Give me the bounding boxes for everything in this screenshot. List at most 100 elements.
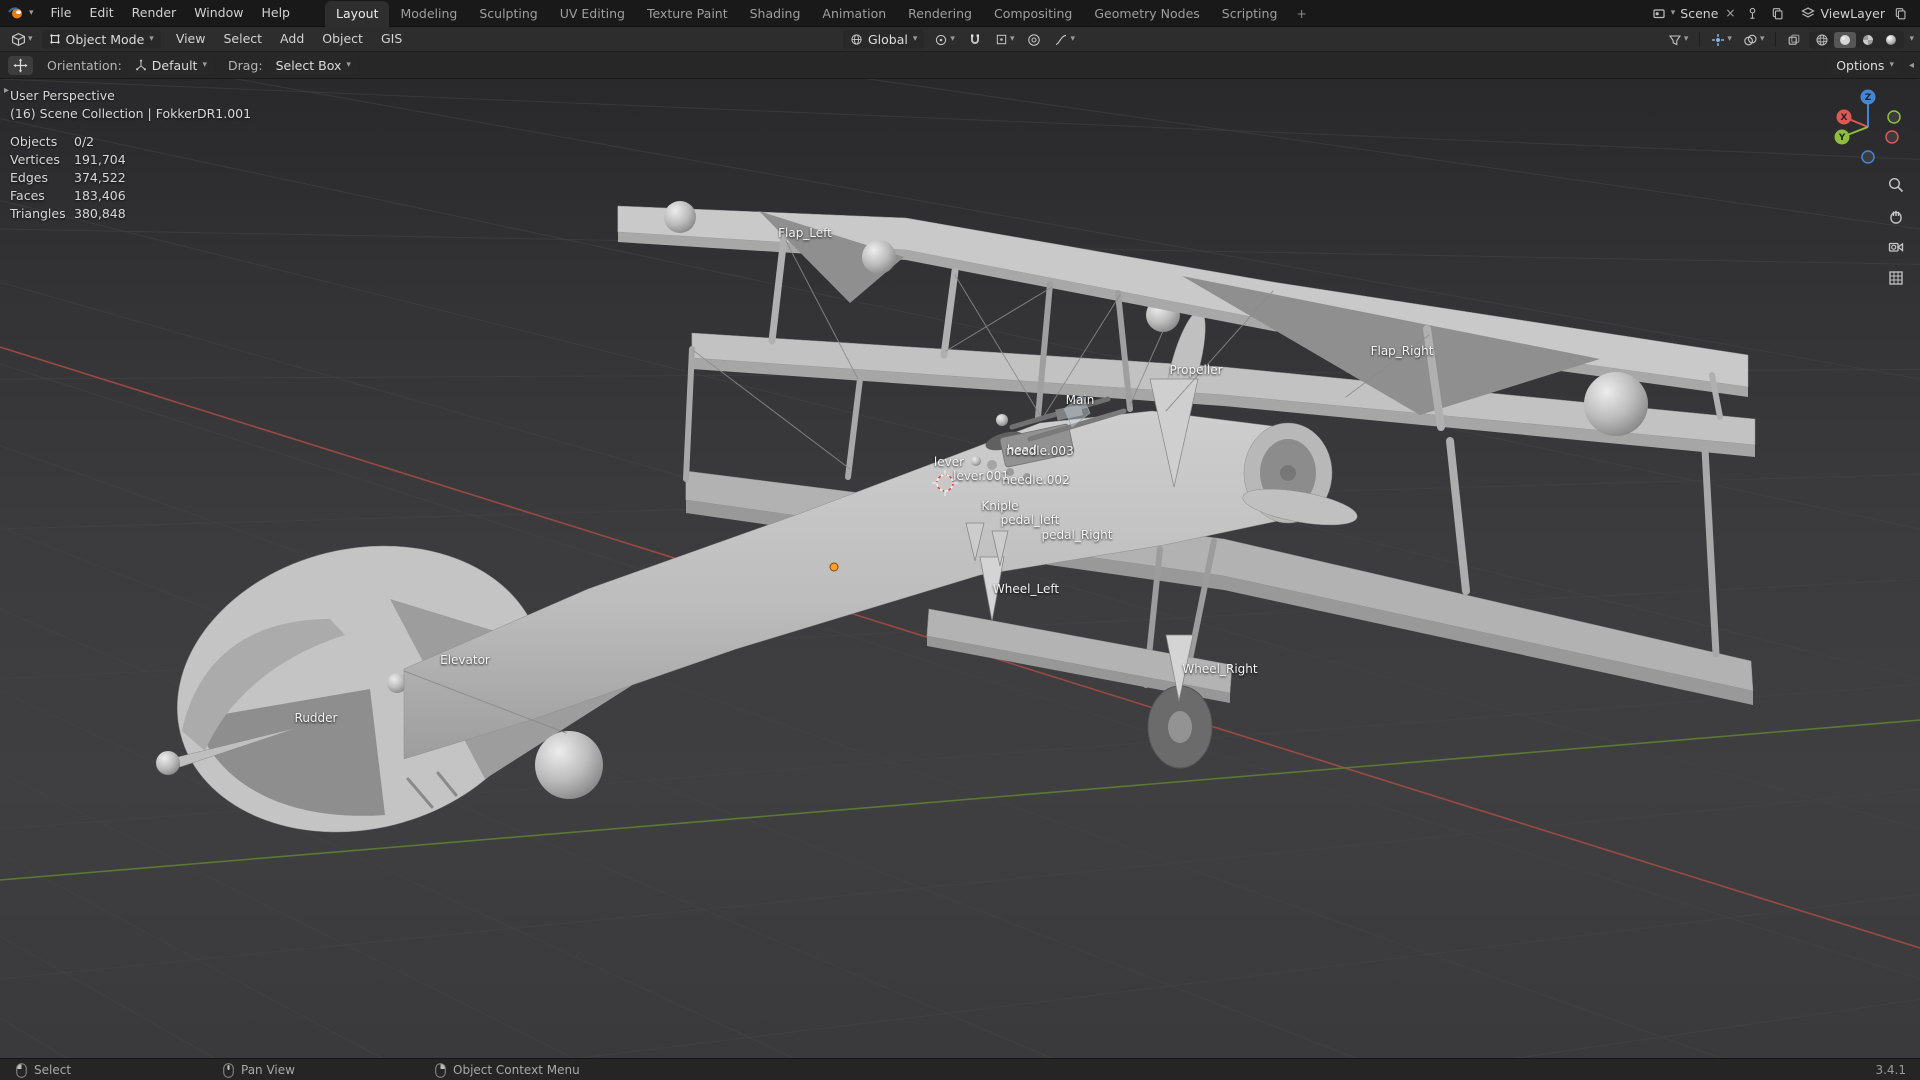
mode-selector[interactable]: Object Mode ▾ xyxy=(41,29,161,49)
proportional-falloff-selector[interactable]: ▾ xyxy=(1051,32,1078,48)
snap-target-selector[interactable]: ▾ xyxy=(992,32,1018,47)
shading-caret-icon[interactable]: ▾ xyxy=(1909,35,1914,44)
blender-version: 3.4.1 xyxy=(1875,1063,1906,1077)
scene-statistics: Objects 0/2 Vertices 191,704 Edges 374,522 Fac… xyxy=(10,133,251,223)
tab-compositing[interactable]: Compositing xyxy=(983,1,1083,27)
pivot-point-selector[interactable]: ▾ xyxy=(931,32,958,48)
expand-toolbar-chevron[interactable]: ▸ xyxy=(4,85,9,96)
status-hint-label: Pan View xyxy=(241,1063,295,1077)
pan-button[interactable] xyxy=(1884,204,1908,228)
airplane-model[interactable] xyxy=(147,201,1756,870)
pin-button[interactable] xyxy=(1743,6,1762,21)
toggle-orthographic-button[interactable] xyxy=(1884,266,1908,290)
tweak-tool-icon xyxy=(13,57,28,73)
tab-scripting[interactable]: Scripting xyxy=(1211,1,1289,27)
gizmo-axis-z[interactable] xyxy=(1861,150,1875,164)
stat-label: Objects xyxy=(10,134,58,149)
overlays-caret-icon: ▾ xyxy=(1759,34,1765,44)
stat-label: Vertices xyxy=(10,152,60,167)
app-menu-caret-icon: ▾ xyxy=(29,7,34,18)
menu-window[interactable]: Window xyxy=(185,0,252,26)
active-tool-button[interactable] xyxy=(8,55,33,75)
zoom-button[interactable] xyxy=(1884,173,1908,197)
shading-rendered-button[interactable] xyxy=(1880,32,1902,48)
shading-mode-group xyxy=(1809,30,1905,49)
viewport-menu-view[interactable]: View xyxy=(167,27,215,51)
menu-edit[interactable]: Edit xyxy=(80,0,122,26)
shading-wireframe-button[interactable] xyxy=(1811,32,1833,48)
transform-orientation-selector[interactable]: Global ▾ xyxy=(843,30,925,49)
proportional-editing-toggle[interactable] xyxy=(1024,32,1044,48)
status-hint-label: Select xyxy=(34,1063,72,1077)
status-hint-select: Select xyxy=(16,1059,71,1080)
shading-solid-icon xyxy=(1840,34,1851,45)
show-gizmo-toggle[interactable]: ▾ xyxy=(1708,32,1735,48)
navigation-gizmo[interactable]: Z XY xyxy=(1830,89,1906,168)
menu-help[interactable]: Help xyxy=(252,0,299,26)
menu-render[interactable]: Render xyxy=(123,0,186,26)
shading-material-button[interactable] xyxy=(1857,32,1879,48)
blender-app-menu[interactable]: ▾ xyxy=(0,6,42,20)
viewlayer-selector[interactable]: ViewLayer xyxy=(1801,6,1885,21)
viewport-menu-select[interactable]: Select xyxy=(214,27,271,51)
viewport-menu-add[interactable]: Add xyxy=(271,27,313,51)
gizmo-axis-y[interactable] xyxy=(1887,110,1901,124)
camera-view-button[interactable] xyxy=(1884,235,1908,259)
new-viewlayer-button[interactable] xyxy=(1891,6,1910,21)
scene-selector[interactable]: ▾ Scene × xyxy=(1652,6,1738,21)
tool-orientation-value: Default xyxy=(151,57,198,73)
drag-mode-selector[interactable]: Select Box ▾ xyxy=(268,55,358,75)
viewport-canvas[interactable] xyxy=(0,79,1920,1058)
tool-orientation-selector[interactable]: Default ▾ xyxy=(127,55,214,75)
overlays-icon xyxy=(1744,34,1757,45)
orientation-caret-icon: ▾ xyxy=(912,34,918,44)
tab-layout[interactable]: Layout xyxy=(324,0,390,27)
object-visibility-filter[interactable]: ▾ xyxy=(1665,32,1692,48)
tab-rendering[interactable]: Rendering xyxy=(897,1,983,27)
tab-animation[interactable]: Animation xyxy=(811,1,897,27)
editor-3d-viewport-icon xyxy=(12,32,25,46)
tail-control-sphere[interactable] xyxy=(535,731,603,799)
topbar-right: ▾ Scene × ViewLayer xyxy=(1652,6,1920,21)
axis-icon xyxy=(135,59,146,71)
active-collection: (16) Scene Collection | FokkerDR1.001 xyxy=(10,106,252,121)
options-button[interactable]: Options ▾ xyxy=(1829,55,1901,75)
snap-toggle[interactable] xyxy=(965,32,985,48)
gizmo-caret-icon: ▾ xyxy=(1727,34,1732,44)
falloff-curve-icon xyxy=(1056,34,1067,45)
tab-sculpting[interactable]: Sculpting xyxy=(468,1,548,27)
tab-geometry-nodes[interactable]: Geometry Nodes xyxy=(1083,1,1210,27)
editor-type-button[interactable]: ▾ xyxy=(8,31,36,48)
svg-text:X: X xyxy=(1841,113,1848,123)
tab-texture-paint[interactable]: Texture Paint xyxy=(636,1,739,27)
collapse-region-chevron[interactable]: ◂ xyxy=(1909,60,1914,71)
snap-caret-icon: ▾ xyxy=(1009,34,1015,44)
copy-icon xyxy=(1895,7,1906,19)
menu-file[interactable]: File xyxy=(42,0,81,26)
status-hint-pan-view: Pan View xyxy=(223,1059,295,1080)
object-origin-dot[interactable] xyxy=(829,562,839,572)
xray-toggle[interactable] xyxy=(1784,32,1804,48)
show-overlays-toggle[interactable]: ▾ xyxy=(1740,32,1768,48)
scene-unlink-button[interactable]: × xyxy=(1723,6,1737,20)
gizmo-axis-x[interactable] xyxy=(1885,130,1899,144)
tab-modeling[interactable]: Modeling xyxy=(389,1,468,27)
stat-faces: Faces 183,406 xyxy=(10,187,251,205)
viewport-menu-object[interactable]: Object xyxy=(313,27,372,51)
mode-label: Object Mode xyxy=(65,31,145,47)
add-workspace-button[interactable]: + xyxy=(1288,1,1314,27)
new-scene-button[interactable] xyxy=(1768,6,1787,21)
stat-vertices: Vertices 191,704 xyxy=(10,151,251,169)
svg-text:Z: Z xyxy=(1865,93,1872,103)
tab-uv-editing[interactable]: UV Editing xyxy=(549,1,636,27)
tab-shading[interactable]: Shading xyxy=(739,1,812,27)
viewport-menu-gis[interactable]: GIS xyxy=(372,27,411,51)
gizmo-icon xyxy=(1712,33,1725,46)
stat-triangles: Triangles 380,848 xyxy=(10,205,251,223)
viewlayer-icon xyxy=(1801,7,1816,18)
stat-label: Triangles xyxy=(10,206,66,221)
3d-viewport[interactable]: User Perspective (16) Scene Collection |… xyxy=(0,79,1920,1058)
shading-solid-button[interactable] xyxy=(1834,31,1857,48)
shading-wireframe-icon xyxy=(1816,34,1828,45)
viewport-header: ▾ Object Mode ▾ View Select Add Object GIS G… xyxy=(0,27,1920,52)
